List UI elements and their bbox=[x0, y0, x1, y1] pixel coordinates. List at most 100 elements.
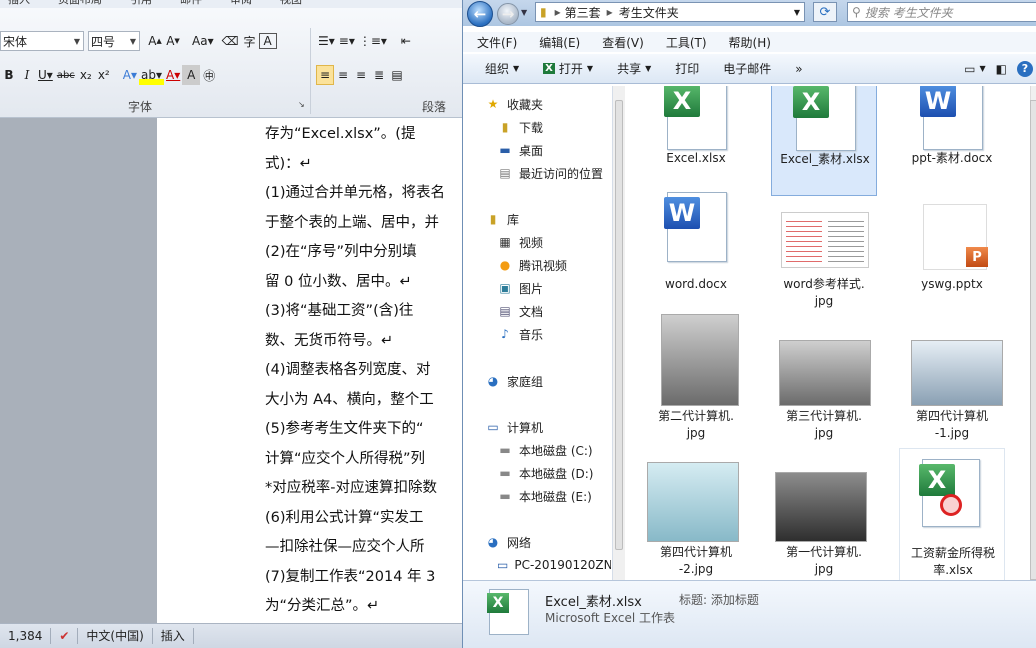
font-size-select[interactable]: 四号 ▼ bbox=[88, 31, 140, 51]
tab-insert[interactable]: 插入 bbox=[0, 0, 50, 8]
menu-tools[interactable]: 工具(T) bbox=[652, 34, 715, 51]
share-button[interactable]: 共享 ▼ bbox=[607, 60, 665, 77]
strikethrough-icon[interactable]: abc bbox=[55, 65, 77, 85]
underline-icon[interactable]: U▾ bbox=[36, 65, 55, 85]
document-line[interactable]: (1)通过合并单元格，将表名 bbox=[265, 179, 462, 209]
document-line[interactable]: 式)：↵ bbox=[265, 150, 462, 180]
preview-pane-icon[interactable]: ◧ bbox=[990, 62, 1013, 76]
file-item[interactable]: P yswg.pptx bbox=[899, 192, 1005, 308]
document-line[interactable]: (4)调整表格各列宽度、对 bbox=[265, 356, 462, 386]
nav-tencent-video[interactable]: ● 腾讯视频 bbox=[497, 255, 567, 275]
bullets-icon[interactable]: ☰▾ bbox=[316, 31, 337, 51]
document-line[interactable]: (6)利用公式计算“实发工 bbox=[265, 504, 462, 534]
tab-page-layout[interactable]: 页面布局 bbox=[50, 0, 122, 8]
back-button[interactable]: ← bbox=[467, 1, 493, 27]
file-item[interactable]: W ppt-素材.docx bbox=[899, 86, 1005, 196]
insert-mode[interactable]: 插入 bbox=[153, 628, 194, 644]
menu-view[interactable]: 查看(V) bbox=[588, 34, 652, 51]
tab-references[interactable]: 引用 bbox=[122, 0, 172, 8]
tab-review[interactable]: 审阅 bbox=[222, 0, 272, 8]
document-line[interactable]: (5)参考考生文件夹下的“ bbox=[265, 415, 462, 445]
dialog-launcher-icon[interactable]: ↘ bbox=[298, 100, 305, 109]
justify-icon[interactable]: ≣ bbox=[370, 65, 388, 85]
file-item[interactable]: X Excel.xlsx bbox=[643, 86, 749, 196]
align-right-icon[interactable]: ≡ bbox=[352, 65, 370, 85]
nav-network[interactable]: ◕ 网络 bbox=[485, 532, 531, 552]
forward-button[interactable]: → bbox=[497, 3, 519, 25]
details-title-field[interactable]: 标题: 添加标题 bbox=[679, 591, 759, 608]
nav-homegroup[interactable]: ◕ 家庭组 bbox=[485, 371, 543, 391]
font-color-icon[interactable]: A▾ bbox=[164, 65, 182, 85]
nav-disk-c[interactable]: ▬ 本地磁盘 (C:) bbox=[497, 440, 592, 460]
breadcrumb-folder[interactable]: 考生文件夹 bbox=[619, 4, 679, 21]
nav-scrollbar-thumb[interactable] bbox=[615, 100, 623, 550]
document-line[interactable]: 留 0 位小数、居中。↵ bbox=[265, 268, 462, 298]
align-center-icon[interactable]: ≡ bbox=[334, 65, 352, 85]
text-effects-icon[interactable]: A▾ bbox=[121, 65, 139, 85]
document-line[interactable]: (2)在“序号”列中分别填 bbox=[265, 238, 462, 268]
clear-format-icon[interactable]: ⌫ bbox=[220, 31, 241, 51]
file-item[interactable]: word参考样式. jpg bbox=[771, 192, 877, 308]
proofing-icon[interactable]: ✔ bbox=[51, 628, 79, 644]
word-count[interactable]: 1,384 bbox=[0, 628, 52, 644]
search-input[interactable]: ⚲ 搜索 考生文件夹 bbox=[847, 2, 1036, 22]
decrease-indent-icon[interactable]: ⇤ bbox=[397, 31, 415, 51]
print-button[interactable]: 打印 bbox=[665, 60, 713, 77]
tab-view[interactable]: 视图 bbox=[272, 0, 322, 8]
change-case-icon[interactable]: Aa▾ bbox=[190, 31, 216, 51]
view-options-icon[interactable]: ▭ ▼ bbox=[954, 62, 990, 76]
help-icon[interactable]: ? bbox=[1017, 60, 1033, 77]
nav-desktop[interactable]: ▬ 桌面 bbox=[497, 140, 543, 160]
enclose-char-icon[interactable]: ㊥ bbox=[200, 65, 218, 85]
align-left-icon[interactable]: ≡ bbox=[316, 65, 334, 85]
tab-mailings[interactable]: 邮件 bbox=[172, 0, 222, 8]
document-line[interactable]: (3)将“基础工资”(含)往 bbox=[265, 297, 462, 327]
file-item-selected[interactable]: X Excel_素材.xlsx bbox=[771, 86, 877, 196]
bold-icon[interactable]: B bbox=[0, 65, 18, 85]
subscript-icon[interactable]: x₂ bbox=[77, 65, 95, 85]
numbering-icon[interactable]: ≡▾ bbox=[337, 31, 357, 51]
phonetic-guide-icon[interactable]: 字 bbox=[241, 31, 259, 51]
organize-button[interactable]: 组织 ▼ bbox=[463, 60, 533, 77]
nav-computer[interactable]: ▭ 计算机 bbox=[485, 417, 543, 437]
nav-pc[interactable]: ▭ PC-20190120ZN bbox=[497, 555, 611, 575]
document-line[interactable]: 存为“Excel.xlsx”。(提 bbox=[265, 120, 462, 150]
file-item[interactable]: 第一代计算机. jpg bbox=[771, 460, 877, 576]
email-button[interactable]: 电子邮件 bbox=[713, 60, 785, 77]
recent-pages-icon[interactable]: ▼ bbox=[521, 8, 527, 17]
document-line[interactable]: *对应税率-对应速算扣除数 bbox=[265, 474, 462, 504]
refresh-icon[interactable]: ⟳ bbox=[813, 2, 837, 22]
superscript-icon[interactable]: x² bbox=[95, 65, 113, 85]
nav-libraries[interactable]: ▮ 库 bbox=[485, 209, 519, 229]
document-line[interactable]: 大小为 A4、横向，整个工 bbox=[265, 386, 462, 416]
address-bar[interactable]: ▮ ▸ 第三套 ▸ 考生文件夹 ▼ bbox=[535, 2, 805, 22]
distributed-icon[interactable]: ▤ bbox=[388, 65, 406, 85]
menu-file[interactable]: 文件(F) bbox=[463, 34, 525, 51]
nav-downloads[interactable]: ▮ 下载 bbox=[497, 117, 543, 137]
char-shading-icon[interactable]: A bbox=[182, 65, 201, 85]
document-line[interactable]: 数、无货币符号。↵ bbox=[265, 327, 462, 357]
chevron-down-icon[interactable]: ▼ bbox=[794, 8, 800, 17]
char-border-icon[interactable]: A bbox=[258, 33, 277, 49]
nav-disk-d[interactable]: ▬ 本地磁盘 (D:) bbox=[497, 463, 593, 483]
file-item[interactable]: 第四代计算机 -1.jpg bbox=[899, 314, 1005, 440]
multilevel-list-icon[interactable]: ⋮≡▾ bbox=[357, 31, 389, 51]
nav-music[interactable]: ♪ 音乐 bbox=[497, 324, 543, 344]
document-line[interactable]: —扣除社保—应交个人所 bbox=[265, 533, 462, 563]
file-item[interactable]: W word.docx bbox=[643, 192, 749, 308]
nav-documents[interactable]: ▤ 文档 bbox=[497, 301, 543, 321]
file-item[interactable]: 第三代计算机. jpg bbox=[771, 314, 877, 440]
content-scrollbar-thumb[interactable] bbox=[1030, 100, 1036, 580]
document-line[interactable]: 为“分类汇总”。↵ bbox=[265, 592, 462, 622]
document-line[interactable]: 于整个表的上端、居中，并 bbox=[265, 209, 462, 239]
nav-favorites[interactable]: ★ 收藏夹 bbox=[485, 94, 543, 114]
document-text[interactable]: 存为“Excel.xlsx”。(提 式)：↵ (1)通过合并单元格，将表名 于整个表的… bbox=[265, 120, 462, 648]
document-line[interactable]: 计算“应交个人所得税”列 bbox=[265, 445, 462, 475]
menu-edit[interactable]: 编辑(E) bbox=[525, 34, 588, 51]
grow-font-icon[interactable]: A ▲ bbox=[146, 31, 164, 51]
more-button[interactable]: » bbox=[785, 62, 816, 76]
document-line[interactable]: (7)复制工作表“2014 年 3 bbox=[265, 563, 462, 593]
font-name-select[interactable]: 宋体 ▼ bbox=[0, 31, 84, 51]
language-indicator[interactable]: 中文(中国) bbox=[78, 628, 153, 644]
breadcrumb-root[interactable]: 第三套 bbox=[565, 4, 601, 21]
